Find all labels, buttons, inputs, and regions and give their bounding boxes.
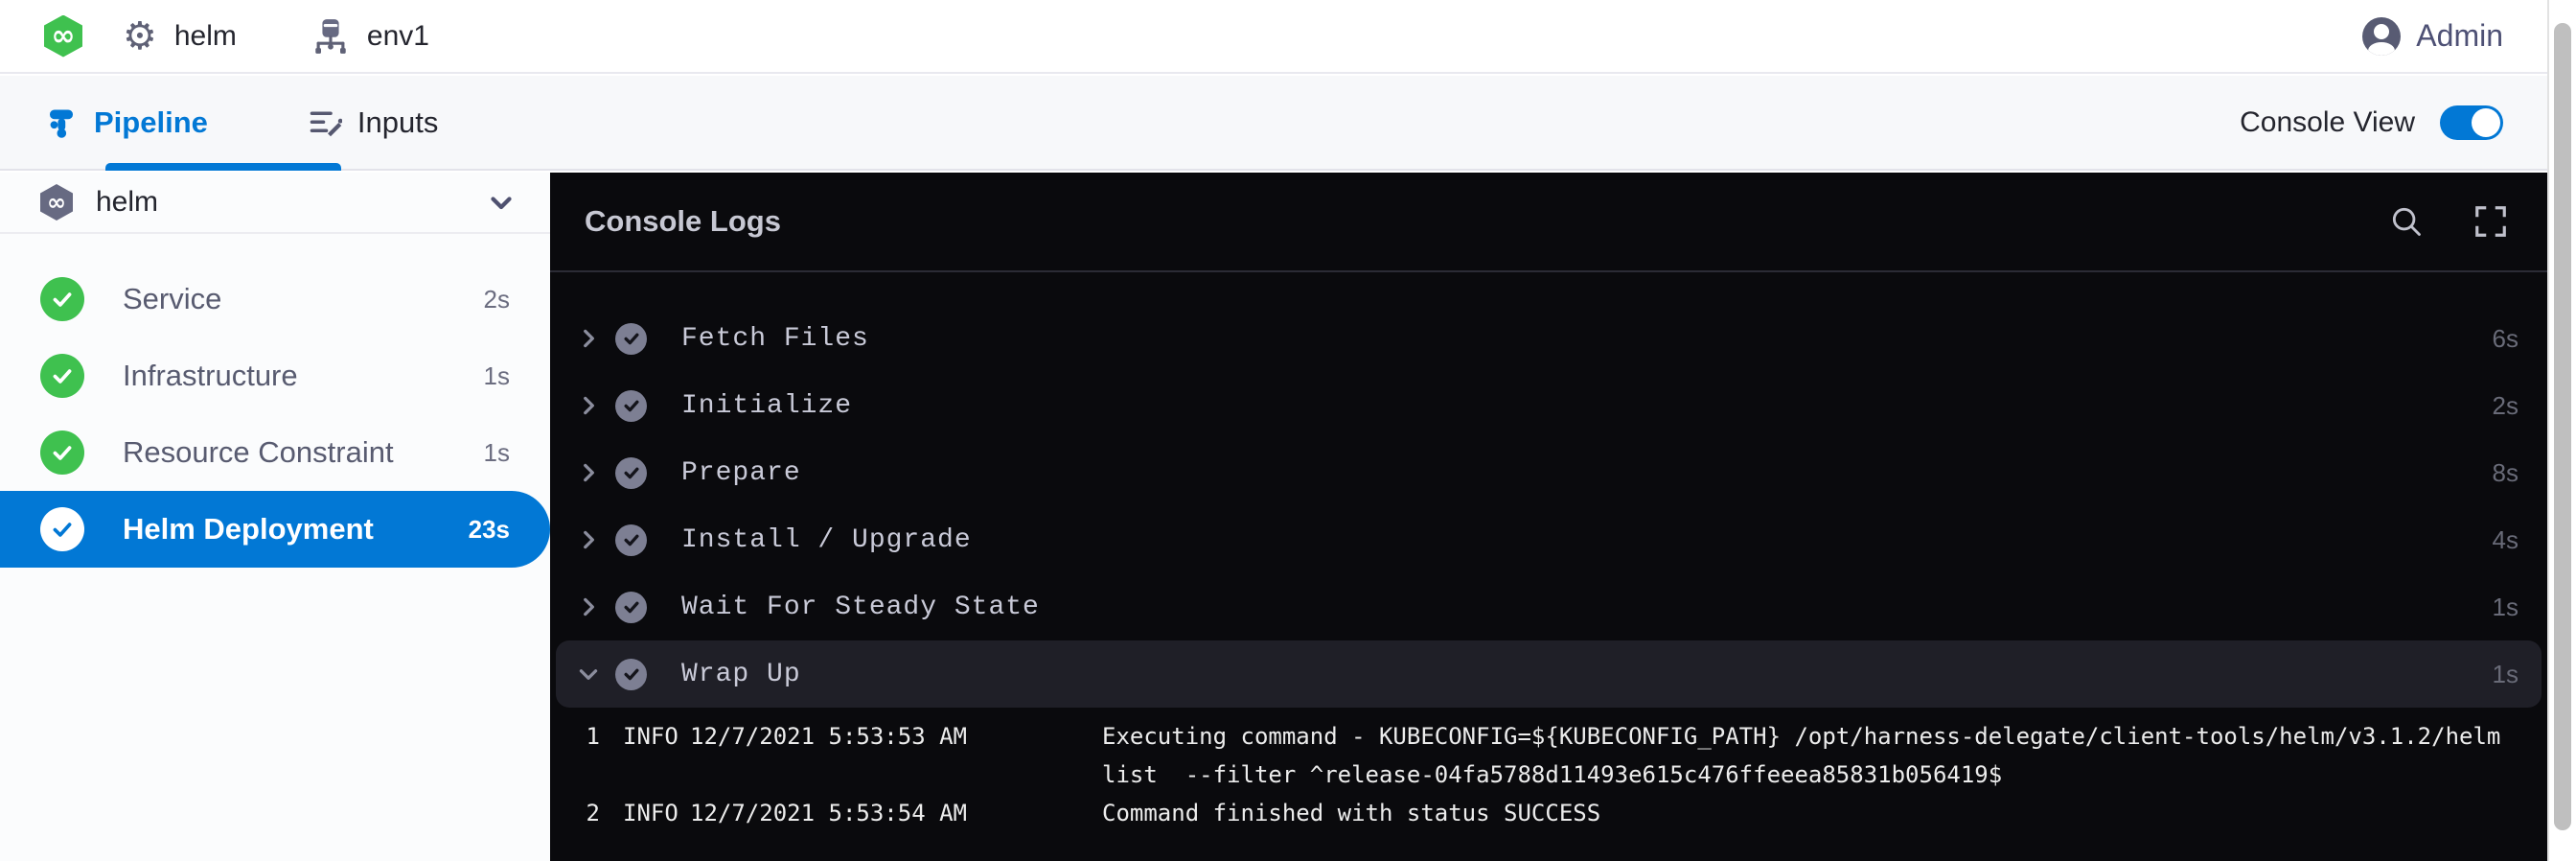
step-label: Helm Deployment <box>123 512 374 547</box>
chevron-right-icon <box>576 460 601 485</box>
chevron-down-icon[interactable] <box>485 186 518 219</box>
console-step-wait-for-steady-state[interactable]: Wait For Steady State 1s <box>550 573 2547 640</box>
console-step-prepare[interactable]: Prepare 8s <box>550 439 2547 506</box>
user-menu[interactable]: Admin <box>2362 17 2503 56</box>
console-step-fetch-files[interactable]: Fetch Files 6s <box>550 305 2547 372</box>
console-step-duration: 6s <box>2493 324 2518 354</box>
success-check-icon <box>615 524 647 556</box>
step-label: Service <box>123 282 221 316</box>
step-list: Service 2s Infrastructure 1s Resource Co… <box>0 234 550 568</box>
step-duration: 1s <box>484 438 510 468</box>
chevron-down-icon <box>576 662 601 686</box>
chevron-right-icon <box>576 393 601 418</box>
step-duration: 23s <box>469 515 510 545</box>
log-timestamp: 12/7/2021 5:53:53 AM <box>690 717 978 794</box>
gear-icon[interactable]: ⚙ <box>123 17 157 56</box>
log-level: INFO <box>623 794 690 832</box>
chevron-right-icon <box>576 594 601 619</box>
success-check-icon <box>615 323 647 355</box>
toggle-knob <box>2472 108 2500 137</box>
success-check-icon <box>40 507 84 551</box>
tab-bar: Pipeline Inputs Console View <box>0 76 2547 171</box>
step-label: Infrastructure <box>123 359 298 393</box>
success-check-icon <box>615 659 647 690</box>
inputs-icon <box>308 105 342 140</box>
tab-inputs-label: Inputs <box>357 105 438 140</box>
console-step-label: Fetch Files <box>681 324 869 354</box>
success-check-icon <box>40 277 84 321</box>
pipeline-group-header[interactable]: ∞ helm <box>0 173 550 234</box>
success-check-icon <box>615 592 647 623</box>
project-name[interactable]: helm <box>174 20 237 53</box>
console-title: Console Logs <box>585 204 781 239</box>
log-message: Executing command - KUBECONFIG=${KUBECON… <box>1102 717 2542 794</box>
active-tab-indicator <box>105 163 341 171</box>
search-icon[interactable] <box>2388 203 2425 240</box>
console-step-wrap-up[interactable]: Wrap Up 1s <box>556 640 2542 708</box>
success-check-icon <box>615 457 647 489</box>
execution-sidebar: ∞ helm Service 2s Inf <box>0 173 550 861</box>
tab-pipeline-label: Pipeline <box>94 105 208 140</box>
harness-pipeline-icon: ∞ <box>44 15 82 58</box>
log-line-number: 1 <box>550 717 600 794</box>
success-check-icon <box>615 390 647 422</box>
success-check-icon <box>40 354 84 398</box>
console-step-label: Wait For Steady State <box>681 593 1040 622</box>
sidebar-step-service[interactable]: Service 2s <box>0 261 550 337</box>
console-step-label: Wrap Up <box>681 660 801 689</box>
log-line-number: 2 <box>550 794 600 832</box>
pipeline-icon <box>44 105 79 140</box>
top-bar: ∞ ⚙ helm env1 Admin <box>0 0 2547 74</box>
tab-pipeline[interactable]: Pipeline <box>44 76 208 169</box>
console-step-duration: 4s <box>2493 525 2518 555</box>
step-duration: 2s <box>484 285 510 314</box>
console-step-initialize[interactable]: Initialize 2s <box>550 372 2547 439</box>
sidebar-step-infrastructure[interactable]: Infrastructure 1s <box>0 337 550 414</box>
user-avatar-icon <box>2362 17 2401 56</box>
pipeline-name: helm <box>96 186 158 219</box>
log-line: 1 INFO 12/7/2021 5:53:53 AM Executing co… <box>550 717 2547 794</box>
console-logs-panel: Console Logs <box>550 173 2547 861</box>
console-view-toggle[interactable] <box>2440 105 2503 140</box>
page: ∞ ⚙ helm env1 Admin P <box>0 0 2576 861</box>
console-step-install-upgrade[interactable]: Install / Upgrade 4s <box>550 506 2547 573</box>
success-check-icon <box>40 430 84 475</box>
sidebar-step-helm-deployment[interactable]: Helm Deployment 23s <box>0 491 550 568</box>
console-view-label: Console View <box>2240 106 2415 139</box>
scrollbar-thumb[interactable] <box>2554 23 2571 830</box>
console-step-duration: 2s <box>2493 391 2518 421</box>
log-message: Command finished with status SUCCESS <box>1102 794 1600 832</box>
log-level: INFO <box>623 717 690 794</box>
console-header: Console Logs <box>550 173 2547 272</box>
step-duration: 1s <box>484 361 510 391</box>
log-timestamp: 12/7/2021 5:53:54 AM <box>690 794 978 832</box>
console-step-duration: 1s <box>2493 593 2518 622</box>
sidebar-step-resource-constraint[interactable]: Resource Constraint 1s <box>0 414 550 491</box>
step-label: Resource Constraint <box>123 435 394 470</box>
chevron-right-icon <box>576 527 601 552</box>
environment-icon <box>311 17 350 56</box>
chevron-right-icon <box>576 326 601 351</box>
log-output: 1 INFO 12/7/2021 5:53:53 AM Executing co… <box>550 708 2547 832</box>
user-name: Admin <box>2416 18 2503 54</box>
console-step-list: Fetch Files 6s Initialize 2s Pre <box>550 272 2547 708</box>
console-step-label: Prepare <box>681 458 801 488</box>
log-line: 2 INFO 12/7/2021 5:53:54 AM Command fini… <box>550 794 2547 832</box>
console-step-label: Install / Upgrade <box>681 525 972 555</box>
fullscreen-icon[interactable] <box>2472 203 2509 240</box>
console-step-duration: 8s <box>2493 458 2518 488</box>
tab-inputs[interactable]: Inputs <box>308 76 438 169</box>
console-step-label: Initialize <box>681 391 852 421</box>
environment-name[interactable]: env1 <box>367 20 429 53</box>
pipeline-hexagon-icon: ∞ <box>40 184 73 221</box>
console-step-duration: 1s <box>2493 660 2518 689</box>
page-scrollbar[interactable] <box>2547 0 2576 861</box>
